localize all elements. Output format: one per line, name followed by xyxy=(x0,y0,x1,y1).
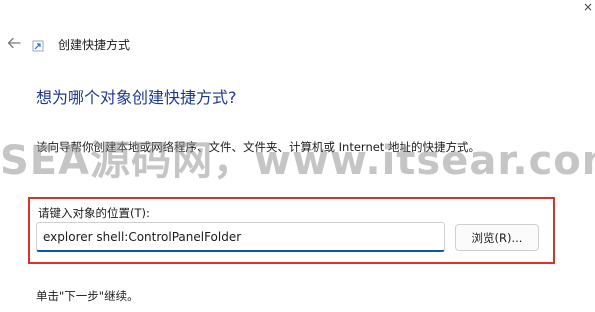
close-icon: × xyxy=(582,0,594,14)
shortcut-app-icon xyxy=(32,40,44,52)
back-button[interactable] xyxy=(5,34,23,52)
location-label: 请键入对象的位置(T): xyxy=(38,206,150,220)
close-button[interactable]: × xyxy=(581,0,595,14)
back-arrow-icon xyxy=(7,37,21,49)
create-shortcut-wizard: × 创建快捷方式 想为哪个对象创建快捷方式? 该向导帮你创建本地或网络程序、文件… xyxy=(0,0,595,312)
page-heading: 想为哪个对象创建快捷方式? xyxy=(36,88,237,107)
location-input[interactable] xyxy=(36,222,445,252)
wizard-description: 该向导帮你创建本地或网络程序、文件、文件夹、计算机或 Internet 地址的快… xyxy=(36,140,480,154)
next-instruction: 单击"下一步"继续。 xyxy=(36,289,139,303)
window-title: 创建快捷方式 xyxy=(58,38,131,52)
browse-button[interactable]: 浏览(R)... xyxy=(455,224,539,251)
watermark: SEA源码网，www.itsear.com xyxy=(0,138,595,184)
